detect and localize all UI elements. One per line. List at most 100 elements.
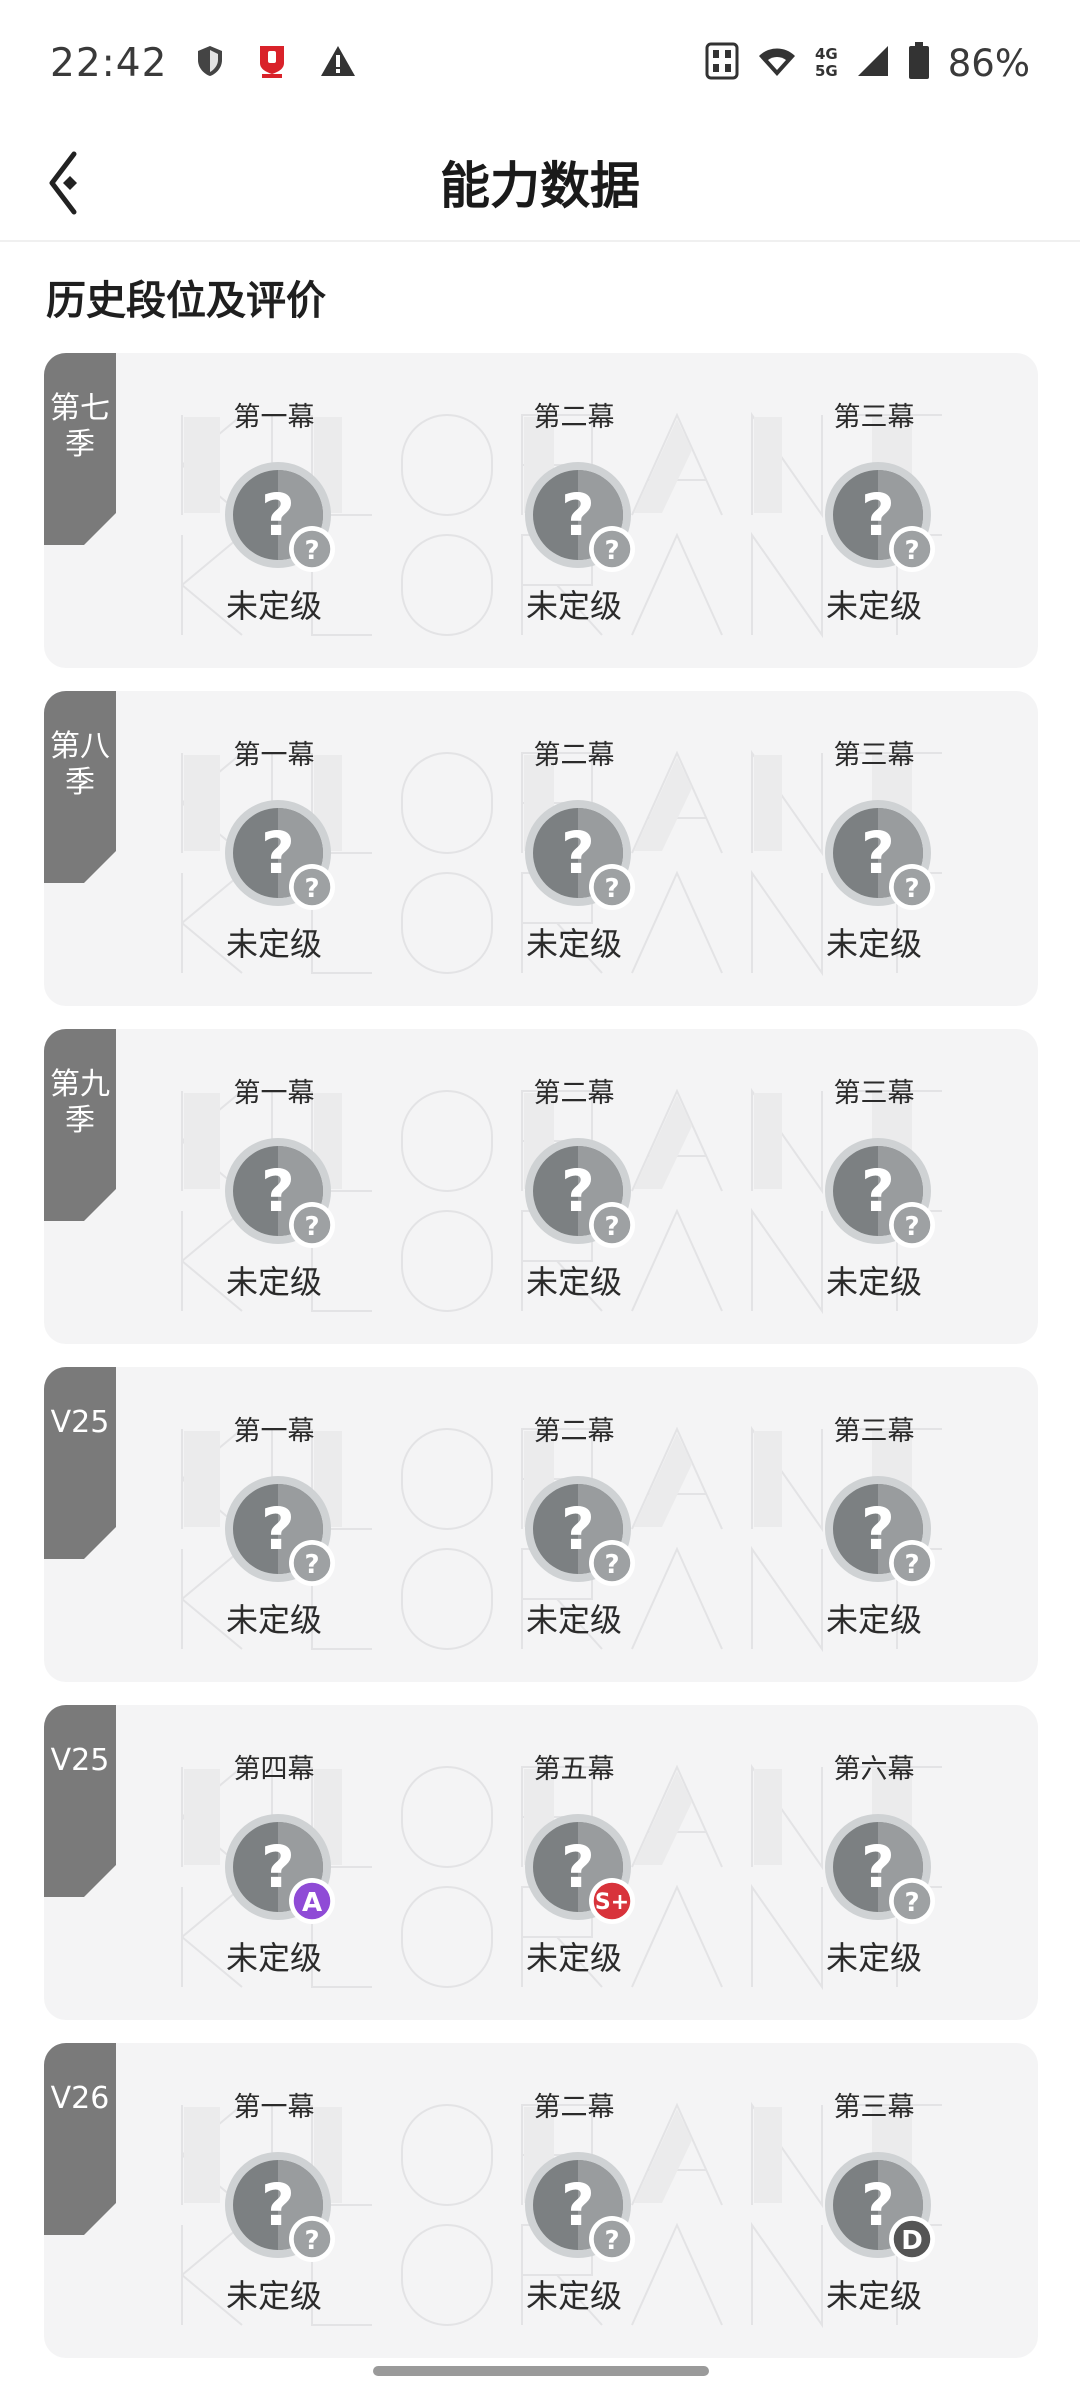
rank-emblem: ?? — [224, 799, 336, 911]
rank-badge-label: ? — [904, 536, 919, 566]
act-item[interactable]: 第二幕?? 未定级 — [474, 353, 674, 668]
act-item[interactable]: 第二幕?? 未定级 — [474, 2043, 674, 2358]
rank-emblem-icon: ?S+ — [525, 1814, 635, 1924]
rank-badge-label: ? — [904, 1888, 919, 1918]
rank-emblem: ?? — [524, 799, 636, 911]
rank-badge-label: ? — [304, 536, 319, 566]
rank-badge-label: ? — [904, 1550, 919, 1580]
svg-text:?: ? — [861, 2171, 895, 2239]
season-card-2: 第九季 第一幕?? 未定级 第二幕?? 未定级 第三幕?? 未定级 — [44, 1029, 1038, 1344]
svg-text:?: ? — [861, 819, 895, 887]
act-item[interactable]: 第五幕? S+ 未定级 — [474, 1705, 674, 2020]
act-item[interactable]: 第三幕? D 未定级 — [774, 2043, 974, 2358]
rank-badge: ? — [589, 1202, 635, 1248]
season-card-list: 第七季 第一幕?? 未定级 第二幕?? 未定级 第三幕?? 未定级 第八季 第一… — [44, 353, 1038, 2381]
act-item[interactable]: 第一幕?? 未定级 — [174, 2043, 374, 2358]
svg-text:?: ? — [261, 2171, 295, 2239]
act-name: 第一幕 — [233, 1078, 315, 1109]
season-label: 第八季 — [50, 729, 110, 800]
section-title: 历史段位及评价 — [46, 278, 326, 324]
app-notification-icon — [257, 43, 287, 83]
season-label: 第七季 — [50, 391, 110, 462]
season-label: V25 — [50, 1405, 110, 1440]
season-tab: 第七季 — [44, 353, 116, 545]
rank-emblem-icon: ?? — [225, 462, 335, 572]
rank-emblem-icon: ?? — [825, 1476, 935, 1586]
act-item[interactable]: 第一幕?? 未定级 — [174, 1029, 374, 1344]
rank-badge: ? — [289, 864, 335, 910]
season-label: V25 — [50, 1743, 110, 1778]
act-name: 第四幕 — [233, 1754, 315, 1785]
rank-emblem-icon: ?? — [225, 1476, 335, 1586]
rank-badge-label: ? — [604, 874, 619, 904]
svg-text:?: ? — [861, 481, 895, 549]
rank-status: 未定级 — [825, 1601, 922, 1639]
season-card-1: 第八季 第一幕?? 未定级 第二幕?? 未定级 第三幕?? 未定级 — [44, 691, 1038, 1006]
act-name: 第二幕 — [533, 1416, 615, 1447]
act-item[interactable]: 第一幕?? 未定级 — [174, 1367, 374, 1682]
rank-status: 未定级 — [525, 1263, 622, 1301]
rank-emblem: ?? — [824, 461, 936, 573]
rank-badge-label: ? — [304, 1550, 319, 1580]
rank-badge: ? — [889, 1540, 935, 1586]
svg-text:?: ? — [861, 1157, 895, 1225]
act-item[interactable]: 第二幕?? 未定级 — [474, 1367, 674, 1682]
rank-badge: A — [289, 1878, 335, 1924]
rank-emblem: ?? — [824, 1475, 936, 1587]
rank-emblem-icon: ?? — [225, 1138, 335, 1248]
rank-badge: S+ — [589, 1878, 635, 1924]
rank-emblem-icon: ?? — [825, 1138, 935, 1248]
act-item[interactable]: 第二幕?? 未定级 — [474, 1029, 674, 1344]
svg-text:?: ? — [561, 1495, 595, 1563]
act-name: 第三幕 — [833, 1078, 915, 1109]
home-indicator[interactable] — [373, 2366, 709, 2376]
act-item[interactable]: 第三幕?? 未定级 — [774, 1367, 974, 1682]
season-label: 第九季 — [50, 1067, 110, 1138]
rank-badge: ? — [889, 526, 935, 572]
svg-text:?: ? — [261, 1495, 295, 1563]
act-item[interactable]: 第三幕?? 未定级 — [774, 691, 974, 1006]
cellular-signal-icon — [856, 44, 890, 82]
act-item[interactable]: 第四幕? A 未定级 — [174, 1705, 374, 2020]
rank-status: 未定级 — [825, 925, 922, 963]
rank-badge: ? — [889, 1878, 935, 1924]
battery-icon — [908, 42, 930, 84]
rank-status: 未定级 — [525, 1939, 622, 1977]
act-name: 第二幕 — [533, 402, 615, 433]
rank-status: 未定级 — [525, 587, 622, 625]
network-type-label: 4G 5G — [815, 45, 838, 80]
rank-status: 未定级 — [225, 2277, 322, 2315]
svg-text:?: ? — [561, 2171, 595, 2239]
rank-emblem-icon: ?? — [225, 800, 335, 910]
rank-status: 未定级 — [225, 587, 322, 625]
rank-badge-label: ? — [304, 2226, 319, 2256]
act-item[interactable]: 第二幕?? 未定级 — [474, 691, 674, 1006]
rank-status: 未定级 — [225, 1263, 322, 1301]
rank-badge-label: ? — [304, 874, 319, 904]
warning-icon — [319, 44, 357, 82]
season-card-0: 第七季 第一幕?? 未定级 第二幕?? 未定级 第三幕?? 未定级 — [44, 353, 1038, 668]
status-time: 22:42 — [50, 40, 168, 86]
rank-badge: ? — [289, 1202, 335, 1248]
svg-text:?: ? — [261, 819, 295, 887]
act-name: 第三幕 — [833, 402, 915, 433]
rank-status: 未定级 — [225, 1939, 322, 1977]
rank-badge-label: S+ — [595, 1890, 629, 1915]
act-name: 第一幕 — [233, 1416, 315, 1447]
rank-badge: ? — [289, 1540, 335, 1586]
rank-emblem: ? S+ — [524, 1813, 636, 1925]
svg-text:?: ? — [261, 1833, 295, 1901]
season-tab: V25 — [44, 1705, 116, 1897]
rank-badge-label: ? — [604, 2226, 619, 2256]
act-name: 第一幕 — [233, 402, 315, 433]
rank-badge: ? — [889, 864, 935, 910]
act-item[interactable]: 第一幕?? 未定级 — [174, 691, 374, 1006]
rank-status: 未定级 — [825, 587, 922, 625]
rank-emblem-icon: ?A — [225, 1814, 335, 1924]
act-item[interactable]: 第三幕?? 未定级 — [774, 1029, 974, 1344]
rank-status: 未定级 — [525, 925, 622, 963]
act-item[interactable]: 第六幕?? 未定级 — [774, 1705, 974, 2020]
act-item[interactable]: 第一幕?? 未定级 — [174, 353, 374, 668]
rank-emblem: ?? — [524, 2151, 636, 2263]
act-item[interactable]: 第三幕?? 未定级 — [774, 353, 974, 668]
